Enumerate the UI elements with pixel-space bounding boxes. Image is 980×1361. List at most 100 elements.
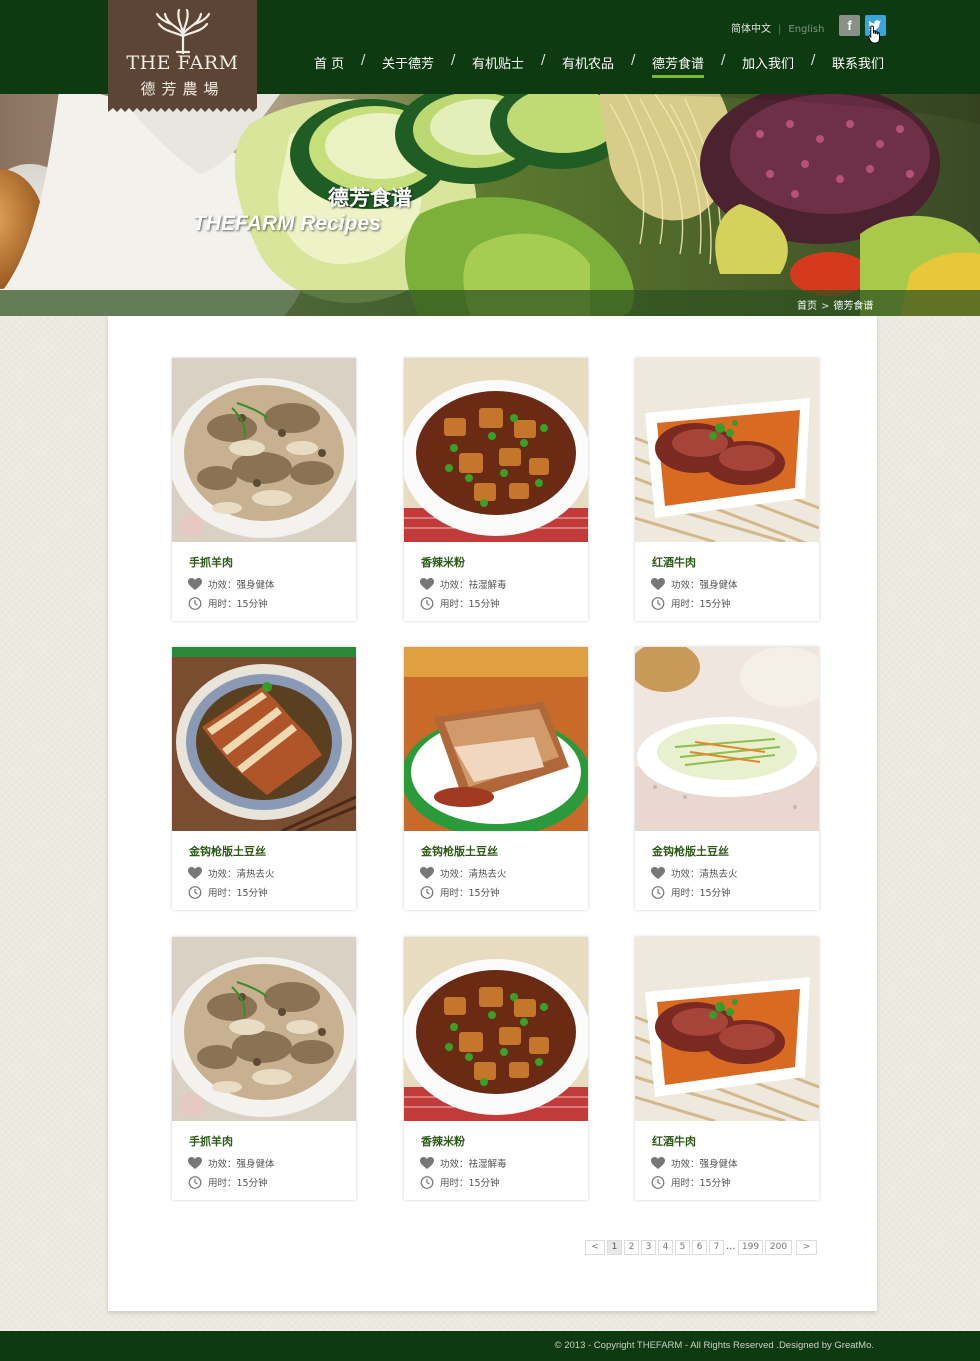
recipe-effect: 功效：强身健体 [208, 580, 275, 591]
recipe-card[interactable]: 手抓羊肉 功效：强身健体 用时：15分钟 [172, 358, 356, 621]
recipe-title[interactable]: 金钩枪版土豆丝 [652, 843, 729, 859]
recipe-time-row: 用时：15分钟 [651, 885, 731, 899]
breadcrumb-separator: > [821, 301, 830, 312]
nav-item-recipes[interactable]: 德芳食谱 [652, 53, 705, 78]
clock-icon [420, 1175, 434, 1189]
heart-icon [420, 1156, 434, 1170]
nav-item-tips[interactable]: 有机贴士 [472, 53, 524, 72]
banner: 德芳食谱 THEFARM Recipes 首页 > 德芳食谱 [0, 94, 980, 316]
pagination-page[interactable]: 6 [692, 1240, 707, 1255]
lang-chinese[interactable]: 简体中文 [731, 24, 771, 35]
recipe-title[interactable]: 香辣米粉 [421, 554, 465, 570]
recipe-effect-row: 功效：清热去火 [420, 866, 507, 880]
banner-title-cn: 德芳食谱 [328, 186, 412, 210]
clock-icon [188, 1175, 202, 1189]
recipe-time: 用时：15分钟 [671, 599, 731, 610]
clock-icon [188, 885, 202, 899]
footer: © 2013 - Copyright THEFARM - All Rights … [0, 1331, 980, 1361]
recipe-effect-row: 功效：强身健体 [651, 577, 738, 591]
nav-item-join[interactable]: 加入我们 [742, 53, 794, 72]
recipe-image[interactable] [404, 358, 588, 542]
recipe-image[interactable] [172, 937, 356, 1121]
recipe-image[interactable] [635, 647, 819, 831]
recipe-effect: 功效：强身健体 [671, 580, 738, 591]
recipe-time: 用时：15分钟 [671, 1178, 731, 1189]
lang-english[interactable]: English [788, 24, 824, 35]
recipe-card[interactable]: 红酒牛肉 功效：强身健体 用时：15分钟 [635, 358, 819, 621]
logo[interactable]: THE FARM 德芳農場 [108, 0, 257, 112]
recipe-image[interactable] [404, 937, 588, 1121]
recipe-effect-row: 功效：清热去火 [188, 866, 275, 880]
banner-salad-image [0, 94, 980, 316]
pagination-page[interactable]: 3 [641, 1240, 656, 1255]
recipe-effect-row: 功效：强身健体 [651, 1156, 738, 1170]
recipe-title[interactable]: 香辣米粉 [421, 1133, 465, 1149]
recipe-time-row: 用时：15分钟 [188, 596, 268, 610]
pagination-page[interactable]: 7 [709, 1240, 724, 1255]
nav-item-products[interactable]: 有机农品 [562, 53, 614, 72]
pagination-page[interactable]: 5 [675, 1240, 690, 1255]
recipe-time: 用时：15分钟 [208, 1178, 268, 1189]
recipe-effect-row: 功效：祛湿解毒 [420, 577, 507, 591]
recipe-effect: 功效：清热去火 [208, 869, 275, 880]
lang-separator: | [778, 24, 782, 35]
recipe-title[interactable]: 金钩枪版土豆丝 [421, 843, 498, 859]
header: THE FARM 德芳農場 简体中文 | English f 首 页 / 关于德芳 … [0, 0, 980, 112]
recipe-card[interactable]: 红酒牛肉 功效：强身健体 用时：15分钟 [635, 937, 819, 1200]
recipe-image[interactable] [404, 647, 588, 831]
recipe-time-row: 用时：15分钟 [188, 1175, 268, 1189]
logo-text-en: THE FARM [126, 52, 239, 74]
recipe-time: 用时：15分钟 [440, 1178, 500, 1189]
recipe-title[interactable]: 红酒牛肉 [652, 1133, 696, 1149]
heart-icon [420, 577, 434, 591]
breadcrumb: 首页 > 德芳食谱 [797, 297, 873, 312]
recipe-title[interactable]: 手抓羊肉 [189, 554, 233, 570]
recipe-title[interactable]: 红酒牛肉 [652, 554, 696, 570]
recipe-card[interactable]: 金钩枪版土豆丝 功效：清热去火 用时：15分钟 [635, 647, 819, 910]
clock-icon [420, 596, 434, 610]
pagination-page[interactable]: 4 [658, 1240, 673, 1255]
pagination-prev[interactable]: < [585, 1240, 605, 1255]
pagination-page[interactable]: 2 [624, 1240, 639, 1255]
pagination-next[interactable]: > [796, 1240, 817, 1255]
breadcrumb-home[interactable]: 首页 [797, 301, 817, 312]
nav-separator: / [451, 53, 456, 68]
heart-icon [651, 866, 665, 880]
pagination-page[interactable]: 200 [765, 1240, 792, 1255]
recipe-card[interactable]: 手抓羊肉 功效：强身健体 用时：15分钟 [172, 937, 356, 1200]
recipe-time: 用时：15分钟 [671, 888, 731, 899]
recipe-time: 用时：15分钟 [208, 888, 268, 899]
pagination-page[interactable]: 199 [738, 1240, 763, 1255]
breadcrumb-current: 德芳食谱 [833, 301, 874, 312]
recipe-card[interactable]: 香辣米粉 功效：祛湿解毒 用时：15分钟 [404, 937, 588, 1200]
recipe-image[interactable] [172, 647, 356, 831]
recipe-title[interactable]: 手抓羊肉 [189, 1133, 233, 1149]
recipe-time: 用时：15分钟 [440, 599, 500, 610]
recipe-image[interactable] [172, 358, 356, 542]
logo-zigzag-edge [108, 107, 257, 112]
recipe-time: 用时：15分钟 [208, 599, 268, 610]
heart-icon [188, 1156, 202, 1170]
heart-icon [188, 577, 202, 591]
recipe-title[interactable]: 金钩枪版土豆丝 [189, 843, 266, 859]
recipe-effect: 功效：强身健体 [208, 1159, 275, 1170]
nav-item-about[interactable]: 关于德芳 [382, 53, 434, 72]
clock-icon [420, 885, 434, 899]
recipe-effect: 功效：祛湿解毒 [440, 580, 507, 591]
recipe-image[interactable] [635, 358, 819, 542]
banner-title-en: THEFARM Recipes [193, 212, 381, 235]
heart-icon [188, 866, 202, 880]
recipe-effect-row: 功效：祛湿解毒 [420, 1156, 507, 1170]
recipe-card[interactable]: 金钩枪版土豆丝 功效：清热去火 用时：15分钟 [172, 647, 356, 910]
nav-item-home[interactable]: 首 页 [314, 53, 344, 72]
recipe-image[interactable] [635, 937, 819, 1121]
pagination-page[interactable]: 1 [607, 1240, 622, 1255]
recipe-card[interactable]: 金钩枪版土豆丝 功效：清热去火 用时：15分钟 [404, 647, 588, 910]
facebook-icon[interactable]: f [839, 15, 860, 36]
nav-separator: / [631, 53, 636, 68]
recipe-time-row: 用时：15分钟 [420, 885, 500, 899]
nav-item-contact[interactable]: 联系我们 [832, 53, 884, 72]
recipe-card[interactable]: 香辣米粉 功效：祛湿解毒 用时：15分钟 [404, 358, 588, 621]
recipe-effect: 功效：清热去火 [440, 869, 507, 880]
clock-icon [651, 596, 665, 610]
